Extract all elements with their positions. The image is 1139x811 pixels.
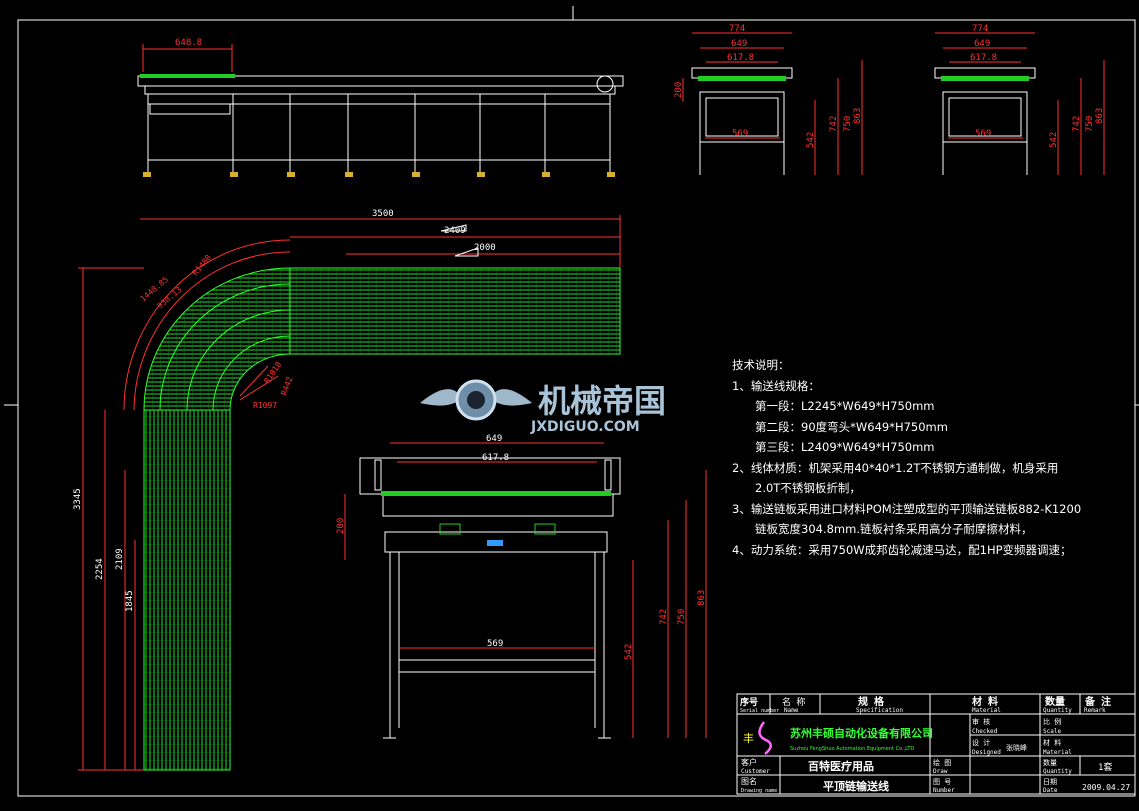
dim-r1010: R1010: [262, 360, 283, 385]
tb-figname-en: Drawing name: [741, 788, 777, 794]
dim-569-a: 569: [732, 129, 748, 139]
dim-front-200: 200: [336, 518, 346, 534]
dim-2109: 2109: [115, 548, 125, 570]
notes-line-1a: 第一段：L2245*W649*H750mm: [755, 399, 935, 413]
dim-front-617: 617.8: [482, 453, 509, 463]
dim-863-b: 863: [1095, 108, 1105, 124]
dim-3500: 3500: [372, 209, 394, 219]
dim-arc-r1480: R1480: [191, 253, 213, 277]
tb-seq-en: Serial number: [740, 708, 779, 714]
dim-542-a: 542: [806, 132, 816, 148]
dim-front-750: 750: [677, 609, 687, 625]
tb-checked: 审 核: [972, 717, 990, 726]
dim-1845: 1845: [125, 590, 135, 612]
tb-seq: 序号: [740, 696, 758, 708]
dim-2409: 2409: [444, 226, 466, 236]
notes-line-1b: 第二段：90度弯头*W649*H750mm: [755, 419, 948, 434]
tb-scale-en: Scale: [1043, 728, 1061, 735]
tb-qty2-val: 1套: [1098, 761, 1112, 773]
dim-774-a: 774: [729, 24, 745, 34]
side-elevation: 648.8: [137, 38, 624, 177]
tb-company: 苏州丰硕自动化设备有限公司: [790, 726, 933, 740]
dim-863-a: 863: [853, 108, 863, 124]
dim-front-649: 649: [486, 434, 502, 444]
tb-number: 图 号: [933, 778, 951, 786]
tb-figname: 图名: [741, 776, 757, 786]
dim-649-b: 649: [974, 39, 990, 49]
plan-view: 3500 2409 2000 3345 2254 2109 1845 1448.…: [73, 209, 621, 771]
tb-customer-val: 百特医疗用品: [808, 759, 874, 773]
watermark-brand: 机械帝国: [538, 382, 666, 420]
dim-2254: 2254: [95, 558, 105, 580]
notes-line-4: 4、动力系统：采用750W成邦齿轮减速马达，配1HP变频器调速；: [732, 542, 1072, 557]
tb-material2: 材 料: [1043, 738, 1061, 747]
end-view-1: 774 649 617.8 569 200 542 742 750 863: [674, 24, 863, 175]
tb-date: 日期: [1043, 778, 1057, 786]
dim-r1097: R1097: [253, 401, 277, 410]
tb-designer: 张晓峰: [1006, 743, 1027, 752]
dim-r442: R442: [279, 375, 294, 396]
tb-drawing-en: Draw: [933, 768, 948, 775]
notes-line-2b: 2.0T不锈钢板折制，: [755, 481, 861, 495]
notes-line-3: 3、输送链板采用进口材料POM注塑成型的平顶输送链板882-K1200: [732, 501, 1082, 516]
end-view-2: 774 649 617.8 569 542 742 750 863: [934, 24, 1105, 175]
dim-front-542: 542: [624, 644, 634, 660]
tb-material-en: Material: [972, 707, 1001, 714]
technical-notes: 技术说明： 1、输送线规格： 第一段：L2245*W649*H750mm 第二段…: [732, 355, 1137, 560]
tb-scale: 比 例: [1043, 717, 1061, 726]
tb-drawing: 绘 图: [933, 758, 951, 767]
tb-designed-en: Designed: [972, 749, 1001, 756]
tb-material2-en: Material: [1043, 749, 1072, 756]
tb-qty2: 数量: [1043, 758, 1057, 767]
dim-200-a: 200: [674, 82, 684, 98]
notes-line-1: 1、输送线规格：: [732, 378, 820, 393]
dim-750-b: 750: [1085, 116, 1095, 132]
company-logo-icon: 丰: [743, 721, 772, 755]
notes-line-3b: 链板宽度304.8mm.链板衬条采用高分子耐摩擦材料，: [755, 522, 1033, 536]
tb-qty-en: Quantity: [1043, 707, 1072, 714]
tb-checked-en: Checked: [972, 728, 998, 735]
dim-top-left-width: 648.8: [175, 38, 202, 48]
dim-750-a: 750: [843, 116, 853, 132]
dim-742-a: 742: [829, 116, 839, 132]
svg-text:丰: 丰: [743, 732, 754, 745]
watermark: 机械帝国 JXDIGUO.COM: [420, 379, 666, 435]
dim-2000: 2000: [474, 243, 496, 253]
dim-742-b: 742: [1072, 116, 1082, 132]
tb-name-en: Name: [784, 707, 799, 714]
notes-title: 技术说明：: [732, 358, 790, 372]
tb-customer-en: Customer: [741, 768, 770, 775]
tb-spec-en: Specification: [856, 707, 903, 714]
front-elevation: 649 617.8 569 200 542 742 750 863: [336, 434, 707, 739]
dim-front-863: 863: [697, 590, 707, 606]
title-block-text: 序号 Serial number 名 称 Name 规 格 Specificat…: [740, 695, 1130, 794]
dim-front-569: 569: [487, 639, 503, 649]
tb-date-en: Date: [1043, 787, 1058, 794]
dim-617-b: 617.8: [970, 53, 997, 63]
dim-649-a: 649: [731, 39, 747, 49]
watermark-url: JXDIGUO.COM: [530, 419, 640, 435]
tb-qty2-en: Quantity: [1043, 768, 1072, 775]
tb-company-en: Suzhou FengShuo Automation Equipment Co.…: [790, 746, 914, 752]
dim-3345: 3345: [73, 488, 83, 510]
tb-customer: 客户: [741, 757, 757, 767]
tb-designed: 设 计: [972, 738, 990, 747]
tb-date-val: 2009.04.27: [1082, 783, 1130, 792]
tb-number-en: Number: [933, 787, 955, 794]
dim-542-b: 542: [1049, 132, 1059, 148]
dim-569-b: 569: [975, 129, 991, 139]
dim-774-b: 774: [972, 24, 988, 34]
tb-remark-en: Remark: [1084, 707, 1106, 714]
gear-wings-icon: [420, 379, 532, 421]
tb-figname-val: 平顶链输送线: [823, 779, 889, 793]
notes-line-2: 2、线体材质：机架采用40*40*1.2T不锈钢方通制做，机身采用: [732, 460, 1059, 475]
notes-line-1c: 第三段：L2409*W649*H750mm: [755, 440, 935, 454]
dim-front-742: 742: [659, 609, 669, 625]
dim-617-a: 617.8: [727, 53, 754, 63]
